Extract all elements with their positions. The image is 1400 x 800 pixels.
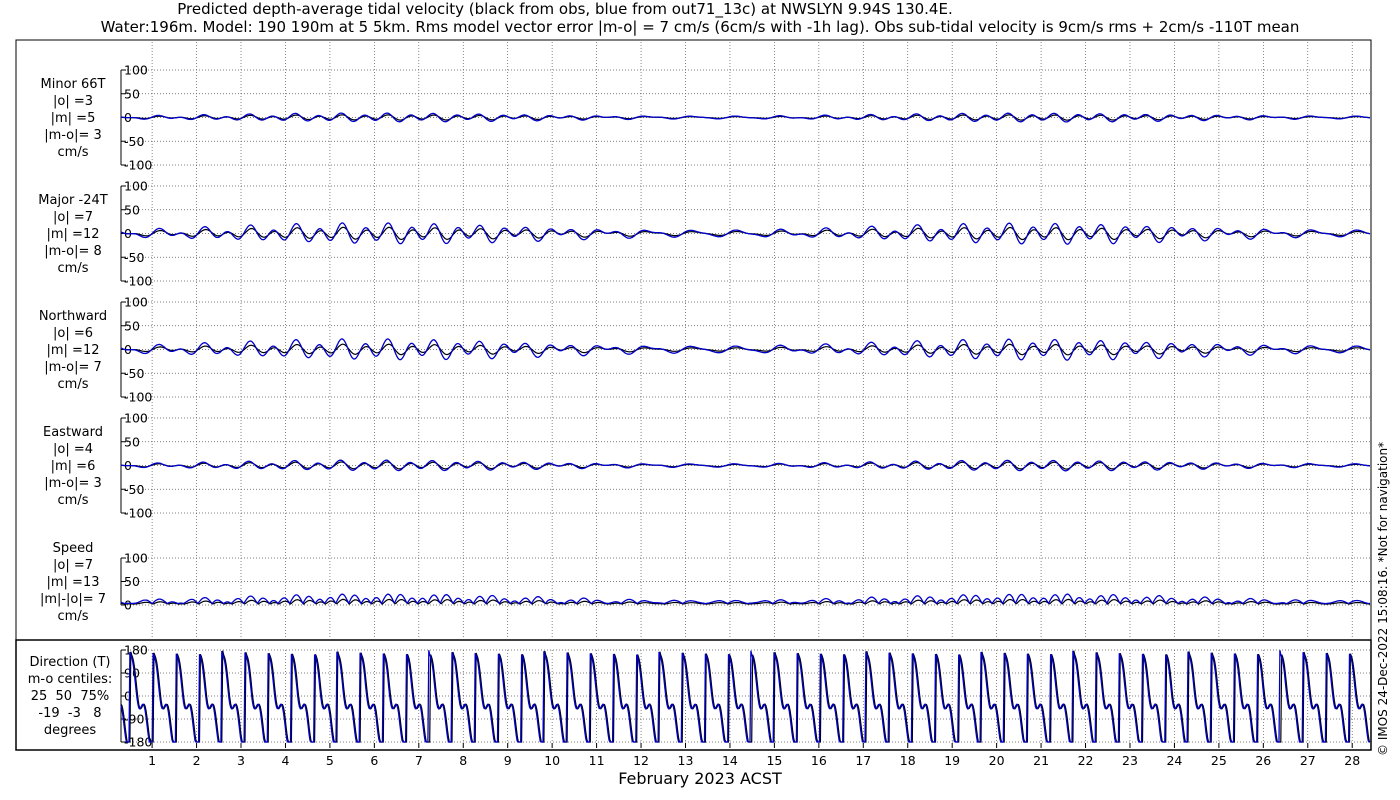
x-tick-label-26: 26	[1255, 753, 1271, 768]
y-tick-label-north-0: 100	[124, 295, 148, 310]
x-tick-label-6: 6	[370, 753, 378, 768]
y-tick-label-speed-0: 100	[124, 551, 148, 566]
credit-text: © IMOS 24-Dec-2022 15:08:16. *Not for na…	[1376, 441, 1390, 756]
x-tick-label-21: 21	[1033, 753, 1049, 768]
x-tick-label-12: 12	[633, 753, 649, 768]
y-tick-label-north-3: -50	[124, 366, 144, 381]
x-tick-label-27: 27	[1300, 753, 1316, 768]
x-tick-label-11: 11	[589, 753, 605, 768]
y-tick-label-speed-2: 0	[124, 598, 132, 613]
y-tick-label-east-3: -50	[124, 482, 144, 497]
y-tick-label-major-0: 100	[124, 179, 148, 194]
y-tick-label-minor-0: 100	[124, 63, 148, 78]
x-tick-label-14: 14	[722, 753, 738, 768]
y-tick-label-north-4: -100	[124, 390, 152, 405]
x-tick-label-1: 1	[148, 753, 156, 768]
y-tick-label-major-4: -100	[124, 274, 152, 289]
model-line-east	[120, 459, 1370, 472]
upper-frame	[15, 39, 1372, 641]
y-tick-label-speed-1: 50	[124, 574, 140, 589]
x-tick-label-19: 19	[944, 753, 960, 768]
y-tick-label-major-1: 50	[124, 202, 140, 217]
x-tick-label-7: 7	[415, 753, 423, 768]
x-tick-label-15: 15	[766, 753, 782, 768]
x-tick-label-22: 22	[1078, 753, 1094, 768]
y-tick-label-major-3: -50	[124, 250, 144, 265]
x-tick-label-20: 20	[989, 753, 1005, 768]
y-tick-label-minor-4: -100	[124, 158, 152, 173]
x-tick-label-25: 25	[1211, 753, 1227, 768]
x-tick-label-17: 17	[855, 753, 871, 768]
y-tick-label-minor-3: -50	[124, 134, 144, 149]
model-line-major	[120, 222, 1371, 245]
x-tick-label-13: 13	[678, 753, 694, 768]
tidal-velocity-chart: 1 2 3 4 5 6 7 8 9 10 11 12 13 14 15 16 17 18 19 20 21 22 23 24 2…	[15, 39, 1372, 768]
x-tick-label-18: 18	[900, 753, 916, 768]
x-tick-label-4: 4	[281, 753, 289, 768]
x-tick-label-9: 9	[504, 753, 512, 768]
x-tick-label-3: 3	[237, 753, 245, 768]
x-tick-label-24: 24	[1166, 753, 1182, 768]
x-tick-label-2: 2	[193, 753, 201, 768]
x-tick-label-10: 10	[544, 753, 560, 768]
model-line-speed	[120, 593, 1371, 605]
y-tick-label-minor-1: 50	[124, 86, 140, 101]
y-tick-label-east-4: -100	[124, 506, 152, 521]
y-tick-label-direction-3: -90	[124, 712, 144, 727]
y-tick-label-north-1: 50	[124, 318, 140, 333]
x-tick-label-28: 28	[1344, 753, 1360, 768]
y-tick-label-east-1: 50	[124, 434, 140, 449]
y-tick-label-direction-0: 180	[124, 643, 148, 658]
x-axis-label: February 2023 ACST	[618, 769, 782, 788]
x-tick-label-8: 8	[459, 753, 467, 768]
model-line-north	[120, 338, 1371, 361]
y-tick-label-direction-1: 90	[124, 666, 140, 681]
x-tick-label-5: 5	[326, 753, 334, 768]
x-tick-label-23: 23	[1122, 753, 1138, 768]
y-tick-label-east-0: 100	[124, 411, 148, 426]
x-tick-label-16: 16	[811, 753, 827, 768]
